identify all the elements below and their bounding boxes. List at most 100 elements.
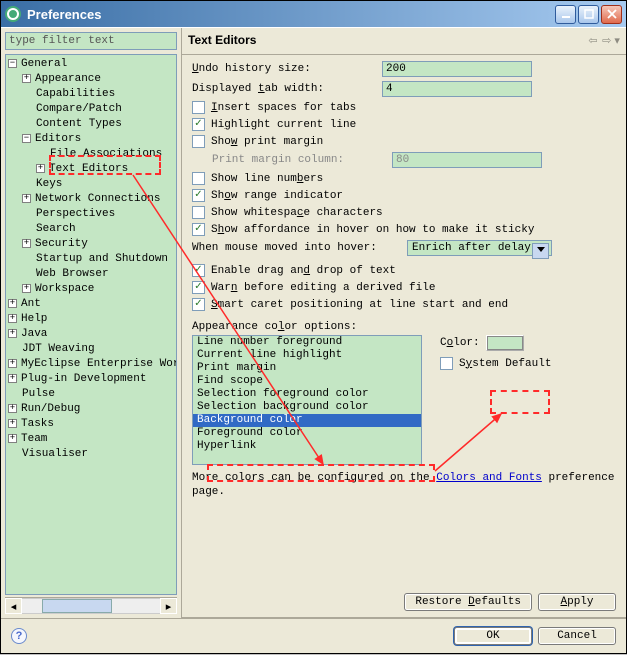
smart-caret-checkbox[interactable]: [192, 298, 205, 311]
expand-icon[interactable]: +: [8, 374, 17, 383]
expand-icon[interactable]: +: [22, 74, 31, 83]
tree-item-startup[interactable]: Startup and Shutdown: [36, 253, 168, 265]
tree-item-keys[interactable]: Keys: [36, 178, 62, 190]
system-default-label: System Default: [459, 358, 551, 370]
color-option-item[interactable]: Line number foreground: [193, 336, 421, 349]
color-option-item[interactable]: Find scope: [193, 375, 421, 388]
enable-dnd-checkbox[interactable]: [192, 264, 205, 277]
collapse-icon[interactable]: −: [22, 134, 31, 143]
color-option-item[interactable]: Background color: [193, 414, 421, 427]
insert-spaces-checkbox[interactable]: [192, 101, 205, 114]
preferences-window: Preferences −General +Appearance Capabil…: [0, 0, 627, 654]
expand-icon[interactable]: +: [8, 314, 17, 323]
colors-fonts-link[interactable]: Colors and Fonts: [436, 472, 542, 484]
tree-item-content-types[interactable]: Content Types: [36, 118, 122, 130]
tree-item-plugin-dev[interactable]: Plug-in Development: [21, 373, 146, 385]
tree-item-ant[interactable]: Ant: [21, 298, 41, 310]
hover-mode-value: Enrich after delay: [412, 242, 531, 254]
tree-item-web-browser[interactable]: Web Browser: [36, 268, 109, 280]
print-margin-checkbox[interactable]: [192, 135, 205, 148]
tree-item-run-debug[interactable]: Run/Debug: [21, 403, 80, 415]
minimize-button[interactable]: [555, 5, 576, 24]
expand-icon[interactable]: +: [36, 164, 45, 173]
color-option-item[interactable]: Hyperlink: [193, 440, 421, 453]
tree-item-appearance[interactable]: Appearance: [35, 73, 101, 85]
cancel-button[interactable]: Cancel: [538, 627, 616, 645]
expand-icon[interactable]: +: [8, 419, 17, 428]
tree-item-help[interactable]: Help: [21, 313, 47, 325]
forward-icon[interactable]: ⇨ ▾: [602, 32, 620, 48]
tree-item-perspectives[interactable]: Perspectives: [36, 208, 115, 220]
color-label: Color:: [440, 337, 480, 349]
tree-item-compare[interactable]: Compare/Patch: [36, 103, 122, 115]
bottom-bar: ? OK Cancel: [1, 618, 626, 653]
close-button[interactable]: [601, 5, 622, 24]
apply-button[interactable]: Apply: [538, 593, 616, 611]
color-option-item[interactable]: Selection foreground color: [193, 388, 421, 401]
help-icon[interactable]: ?: [11, 628, 27, 644]
tree-item-myeclipse[interactable]: MyEclipse Enterprise Work: [21, 358, 177, 370]
back-icon[interactable]: ⇦: [584, 32, 602, 48]
tree-item-file-assoc[interactable]: File Associations: [50, 148, 162, 160]
expand-icon[interactable]: +: [22, 284, 31, 293]
scroll-left-icon[interactable]: ◂: [5, 598, 22, 614]
color-option-item[interactable]: Current line highlight: [193, 349, 421, 362]
affordance-checkbox[interactable]: [192, 223, 205, 236]
tab-width-input[interactable]: [382, 81, 532, 97]
tree-item-tasks[interactable]: Tasks: [21, 418, 54, 430]
expand-icon[interactable]: +: [8, 299, 17, 308]
tree-item-jdt[interactable]: JDT Weaving: [22, 343, 95, 355]
color-options-list[interactable]: Line number foregroundCurrent line highl…: [192, 335, 422, 465]
line-numbers-label: Show line numbers: [211, 173, 323, 185]
titlebar[interactable]: Preferences: [1, 1, 626, 27]
hover-mode-select[interactable]: Enrich after delay: [407, 240, 552, 256]
undo-history-input[interactable]: [382, 61, 532, 77]
restore-defaults-button[interactable]: Restore Defaults: [404, 593, 532, 611]
highlight-line-checkbox[interactable]: [192, 118, 205, 131]
maximize-button[interactable]: [578, 5, 599, 24]
expand-icon[interactable]: +: [22, 194, 31, 203]
color-option-item[interactable]: Foreground color: [193, 427, 421, 440]
horizontal-scrollbar[interactable]: ◂ ▸: [5, 597, 177, 614]
tree-item-text-editors[interactable]: Text Editors: [49, 163, 128, 175]
tree-item-capabilities[interactable]: Capabilities: [36, 88, 115, 100]
color-option-item[interactable]: Print margin: [193, 362, 421, 375]
smart-caret-label: Smart caret positioning at line start an…: [211, 299, 508, 311]
tree-item-search[interactable]: Search: [36, 223, 76, 235]
main-panel: Text Editors ⇦ ⇨ ▾ Undo history size: Di…: [182, 28, 626, 618]
filter-input[interactable]: [5, 32, 177, 50]
category-tree[interactable]: −General +Appearance Capabilities Compar…: [5, 54, 177, 595]
tree-item-security[interactable]: Security: [35, 238, 88, 250]
more-colors-text: More colors can be configured on the Col…: [192, 471, 616, 499]
system-default-checkbox[interactable]: [440, 357, 453, 370]
tree-item-editors[interactable]: Editors: [35, 133, 81, 145]
expand-icon[interactable]: +: [8, 404, 17, 413]
collapse-icon[interactable]: −: [8, 59, 17, 68]
expand-icon[interactable]: +: [8, 329, 17, 338]
hover-move-label: When mouse moved into hover:: [192, 242, 407, 254]
tree-item-pulse[interactable]: Pulse: [22, 388, 55, 400]
tree-item-network[interactable]: Network Connections: [35, 193, 160, 205]
tree-item-workspace[interactable]: Workspace: [35, 283, 94, 295]
color-option-item[interactable]: Selection background color: [193, 401, 421, 414]
scroll-right-icon[interactable]: ▸: [160, 598, 177, 614]
expand-icon[interactable]: +: [22, 239, 31, 248]
print-margin-col-label: Print margin column:: [212, 154, 392, 166]
line-numbers-checkbox[interactable]: [192, 172, 205, 185]
sidebar: −General +Appearance Capabilities Compar…: [1, 28, 182, 618]
range-indicator-checkbox[interactable]: [192, 189, 205, 202]
tree-item-general[interactable]: General: [21, 58, 67, 70]
print-margin-col-input: [392, 152, 542, 168]
whitespace-checkbox[interactable]: [192, 206, 205, 219]
expand-icon[interactable]: +: [8, 359, 17, 368]
tree-item-visualiser[interactable]: Visualiser: [22, 448, 88, 460]
warn-derived-label: Warn before editing a derived file: [211, 282, 435, 294]
tree-item-team[interactable]: Team: [21, 433, 47, 445]
tree-item-java[interactable]: Java: [21, 328, 47, 340]
warn-derived-checkbox[interactable]: [192, 281, 205, 294]
expand-icon[interactable]: +: [8, 434, 17, 443]
ok-button[interactable]: OK: [454, 627, 532, 645]
appearance-options-label: Appearance color options:: [192, 321, 616, 333]
color-swatch-button[interactable]: [486, 335, 524, 351]
scroll-thumb[interactable]: [42, 599, 112, 613]
